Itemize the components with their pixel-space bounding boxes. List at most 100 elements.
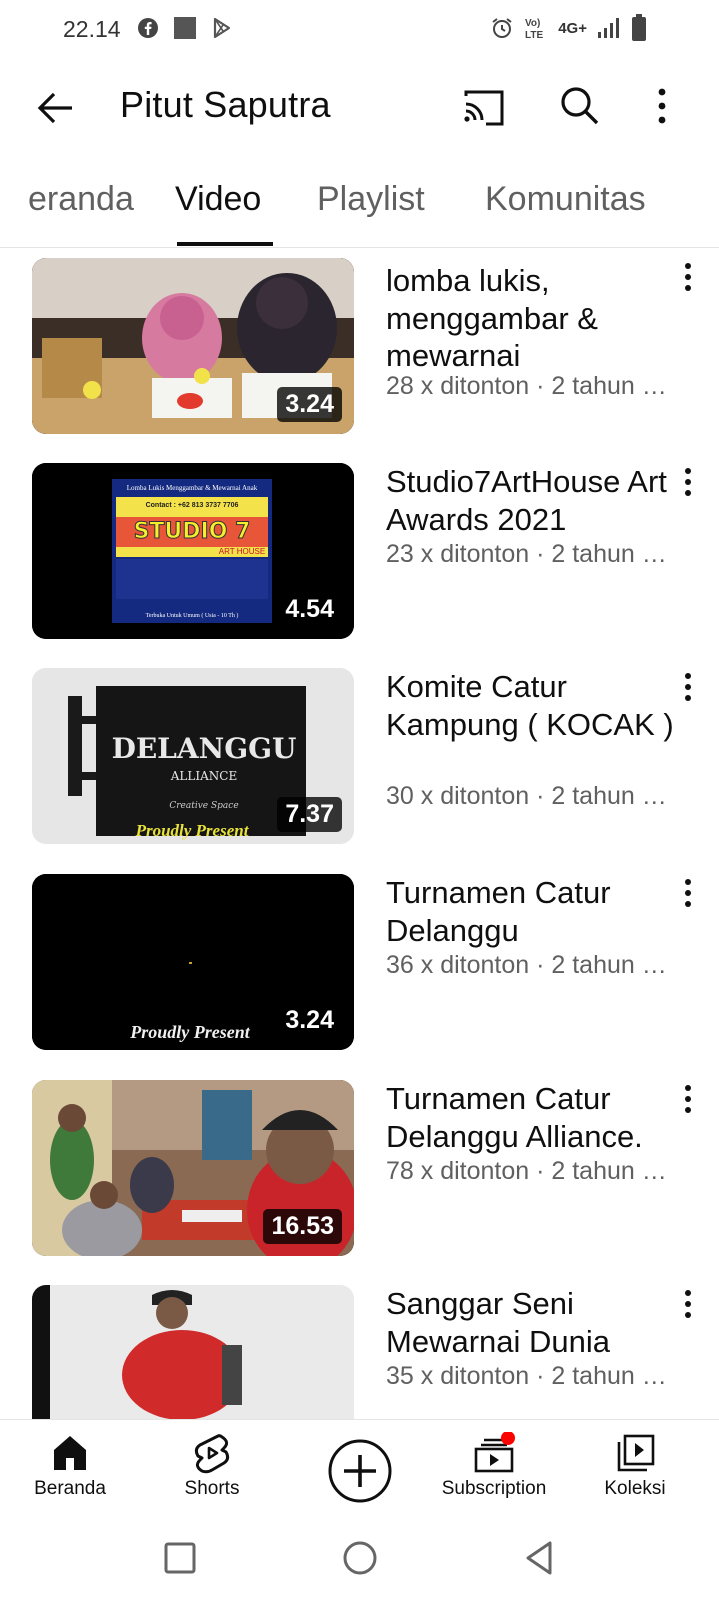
triangle-back-icon bbox=[526, 1541, 552, 1575]
video-title[interactable]: Turnamen Catur Delanggu Alliance. bbox=[386, 1080, 686, 1155]
back-system-button[interactable] bbox=[516, 1534, 564, 1582]
poster-footer-text: Terbuka Untuk Umum ( Usia - 10 Th ) bbox=[146, 612, 239, 619]
poster-contact-text: Contact : +62 813 3737 7706 bbox=[146, 502, 239, 509]
bottom-navigation: Beranda Shorts Subscription Koleksi bbox=[0, 1419, 719, 1519]
channel-title: Pitut Saputra bbox=[120, 84, 331, 125]
back-button[interactable] bbox=[32, 84, 80, 132]
cast-icon bbox=[464, 90, 504, 126]
thumbnail-sanggar-seni bbox=[32, 1285, 354, 1420]
more-vert-icon bbox=[685, 1290, 691, 1318]
nav-item-subscription[interactable]: Subscription bbox=[434, 1431, 554, 1516]
system-navigation-bar bbox=[0, 1520, 719, 1600]
create-plus-icon bbox=[328, 1439, 392, 1503]
tab-komunitas[interactable]: Komunitas bbox=[485, 180, 646, 219]
video-title[interactable]: Komite Catur Kampung ( KOCAK ) bbox=[386, 668, 686, 743]
svg-text:LTE: LTE bbox=[525, 30, 543, 41]
video-item[interactable]: 3.24 lomba lukis, menggambar & mewarnai … bbox=[0, 258, 719, 436]
video-title[interactable]: lomba lukis, menggambar & mewarnai bbox=[386, 262, 686, 375]
home-icon bbox=[10, 1432, 130, 1478]
app-bar: Pitut Saputra bbox=[0, 60, 719, 154]
library-icon bbox=[575, 1432, 695, 1478]
tab-beranda[interactable]: eranda bbox=[28, 180, 134, 219]
video-more-button[interactable] bbox=[674, 1289, 702, 1329]
sign-tag-text: Creative Space bbox=[169, 801, 238, 811]
nav-label: Koleksi bbox=[604, 1478, 666, 1499]
play-store-icon bbox=[210, 16, 234, 40]
network-type: 4G+ bbox=[558, 19, 587, 37]
video-duration: 3.24 bbox=[277, 1003, 342, 1038]
subscriptions-icon bbox=[434, 1431, 554, 1478]
status-bar: 22.14 Vo) LTE 4G+ bbox=[0, 0, 719, 60]
nav-label: Beranda bbox=[34, 1478, 106, 1499]
more-options-button[interactable] bbox=[650, 82, 698, 130]
status-time: 22.14 bbox=[63, 16, 121, 42]
nav-label: Shorts bbox=[184, 1478, 240, 1499]
nav-label: Subscription bbox=[441, 1478, 547, 1499]
more-vert-icon bbox=[685, 468, 691, 496]
video-more-button[interactable] bbox=[674, 467, 702, 507]
video-thumbnail[interactable]: 3.24 bbox=[32, 258, 354, 434]
recent-apps-button[interactable] bbox=[156, 1534, 204, 1582]
svg-text:Vo): Vo) bbox=[525, 18, 540, 29]
nav-item-beranda[interactable]: Beranda bbox=[10, 1432, 130, 1516]
poster-top-text: Lomba Lukis Menggambar & Mewarnai Anak bbox=[127, 484, 258, 492]
video-duration: 4.54 bbox=[277, 592, 342, 627]
video-more-button[interactable] bbox=[674, 672, 702, 712]
video-title[interactable]: Studio7ArtHouse Art Awards 2021 bbox=[386, 463, 686, 538]
back-arrow-icon bbox=[37, 92, 72, 124]
video-duration: 3.24 bbox=[277, 387, 342, 422]
video-meta: 35 x ditonton · 2 tahun yang lalu bbox=[386, 1362, 678, 1390]
video-item[interactable]: 16.53 Turnamen Catur Delanggu Alliance. … bbox=[0, 1080, 719, 1258]
search-button[interactable] bbox=[556, 82, 604, 130]
tab-video[interactable]: Video bbox=[175, 180, 261, 219]
video-more-button[interactable] bbox=[674, 1084, 702, 1124]
video-thumbnail[interactable]: Proudly Present 3.24 bbox=[32, 874, 354, 1050]
sign-title-text: DELANGGU bbox=[112, 732, 297, 765]
more-vert-icon bbox=[658, 88, 666, 124]
signal-icon bbox=[597, 17, 621, 39]
video-thumbnail[interactable] bbox=[32, 1285, 354, 1420]
home-system-button[interactable] bbox=[336, 1534, 384, 1582]
more-vert-icon bbox=[685, 673, 691, 701]
square-recents-icon bbox=[164, 1542, 196, 1574]
volte-icon: Vo) LTE bbox=[524, 15, 548, 41]
circle-home-icon bbox=[343, 1541, 377, 1575]
cast-button[interactable] bbox=[460, 84, 508, 132]
battery-icon bbox=[631, 14, 647, 42]
shorts-icon bbox=[152, 1432, 272, 1478]
video-title[interactable]: Turnamen Catur Delanggu bbox=[386, 874, 686, 949]
channel-tabs: eranda Video Playlist Komunitas bbox=[0, 160, 719, 248]
square-icon bbox=[173, 16, 197, 40]
more-vert-icon bbox=[685, 879, 691, 907]
video-thumbnail[interactable]: DELANGGU ALLIANCE Creative Space Proudly… bbox=[32, 668, 354, 844]
thumb-caption-text: Proudly Present bbox=[129, 1022, 250, 1042]
thumb-caption-text: Proudly Present bbox=[135, 821, 250, 840]
video-meta: 30 x ditonton · 2 tahun yang lalu bbox=[386, 782, 678, 810]
video-item[interactable]: Lomba Lukis Menggambar & Mewarnai Anak C… bbox=[0, 463, 719, 641]
video-item[interactable]: Proudly Present 3.24 Turnamen Catur Dela… bbox=[0, 874, 719, 1052]
video-item[interactable]: DELANGGU ALLIANCE Creative Space Proudly… bbox=[0, 668, 719, 846]
alarm-icon bbox=[490, 16, 514, 40]
video-meta: 23 x ditonton · 2 tahun yang lalu bbox=[386, 540, 678, 568]
tab-playlist[interactable]: Playlist bbox=[317, 180, 425, 219]
active-tab-indicator bbox=[177, 242, 273, 246]
sign-sub-text: ALLIANCE bbox=[170, 769, 237, 783]
video-thumbnail[interactable]: Lomba Lukis Menggambar & Mewarnai Anak C… bbox=[32, 463, 354, 639]
video-title[interactable]: Sanggar Seni Mewarnai Dunia bbox=[386, 1285, 686, 1360]
video-meta: 28 x ditonton · 2 tahun yang lalu bbox=[386, 372, 678, 400]
video-meta: 78 x ditonton · 2 tahun yang lalu bbox=[386, 1157, 678, 1185]
search-icon bbox=[561, 87, 599, 125]
video-list: 3.24 lomba lukis, menggambar & mewarnai … bbox=[0, 248, 719, 1420]
poster-logo-text: STUDIO 7 bbox=[134, 519, 251, 544]
video-item[interactable]: Sanggar Seni Mewarnai Dunia 35 x ditonto… bbox=[0, 1285, 719, 1420]
video-more-button[interactable] bbox=[674, 878, 702, 918]
more-vert-icon bbox=[685, 1085, 691, 1113]
facebook-icon bbox=[136, 16, 160, 40]
nav-item-koleksi[interactable]: Koleksi bbox=[575, 1432, 695, 1516]
video-more-button[interactable] bbox=[674, 262, 702, 302]
more-vert-icon bbox=[685, 263, 691, 291]
video-meta: 36 x ditonton · 2 tahun yang lalu bbox=[386, 951, 678, 979]
nav-item-shorts[interactable]: Shorts bbox=[152, 1432, 272, 1516]
create-button[interactable] bbox=[327, 1438, 393, 1504]
video-thumbnail[interactable]: 16.53 bbox=[32, 1080, 354, 1256]
